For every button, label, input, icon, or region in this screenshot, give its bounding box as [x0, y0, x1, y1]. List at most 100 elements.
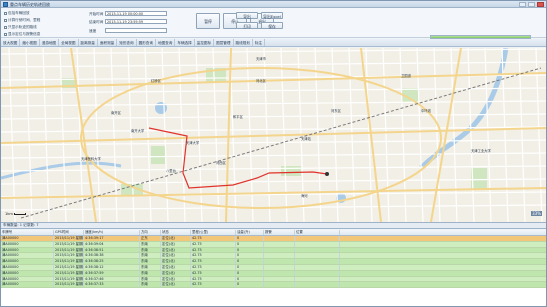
map-label: 天津大学: [186, 141, 200, 145]
checkbox-box[interactable]: [4, 33, 7, 36]
table-cell: 0: [236, 247, 264, 253]
table-cell: [264, 259, 295, 264]
toolbar-tab[interactable]: 放大视图: [1, 39, 21, 46]
table-cell: 定位(北): [161, 270, 191, 276]
map-label: 河北区: [256, 79, 266, 83]
table-cell: 东南: [140, 264, 161, 270]
toolbar-tab[interactable]: 车辆选择: [175, 39, 195, 46]
table-cell: [295, 247, 340, 253]
map-label: 和平区: [233, 115, 243, 119]
table-cell: 4:36:37:33: [84, 282, 140, 288]
table-cell: 定位(北): [161, 241, 191, 247]
toolbar-tab[interactable]: 地图查询: [156, 39, 176, 46]
table-row[interactable]: 津A00000 2015/11/19 星期四 4:36:37:33 东南 定位(北) 42…: [1, 282, 546, 289]
column-header[interactable]: 油量(升): [236, 230, 264, 235]
save-button[interactable]: 保存: [261, 22, 283, 29]
table-cell: 2015/11/19 星期四: [55, 270, 84, 276]
table-cell: 42.75: [191, 270, 236, 276]
history-table: 车牌号 GPS时间 速度(km/h) 方向 状态 里程(公里) 油量(升) 报警 位置 津A00…: [1, 230, 546, 306]
table-cell: [295, 264, 340, 270]
table-cell: 定位(北): [161, 247, 191, 253]
print-button[interactable]: 打印: [236, 22, 258, 29]
table-cell: 津A00000: [1, 259, 54, 264]
table-cell: 4:36:38:12: [84, 264, 140, 270]
checkbox-box[interactable]: [4, 19, 7, 22]
option-checkbox[interactable]: 包括车辆回放: [4, 11, 30, 16]
table-cell: [264, 264, 295, 270]
table-cell: [264, 241, 295, 247]
table-cell: 0: [236, 276, 264, 282]
table-cell: 42.75: [191, 247, 236, 253]
toolbar-tab[interactable]: 矩形查询: [117, 39, 137, 46]
column-header[interactable]: 车牌号: [1, 230, 54, 235]
toolbar-tab[interactable]: 监控图标: [195, 39, 215, 46]
end-time-field[interactable]: 2015-11-19 23:59:59: [105, 19, 167, 24]
table-cell: 津A00000: [1, 253, 54, 259]
table-cell: 4:36:37:59: [84, 270, 140, 276]
toolbar-tab[interactable]: 圆形查询: [137, 39, 156, 46]
maximize-button[interactable]: [528, 2, 535, 7]
checkbox-box[interactable]: [4, 26, 7, 29]
table-cell: 42.75: [191, 241, 236, 247]
table-cell: [264, 270, 295, 276]
toolbar-tab[interactable]: 全局视图: [59, 39, 79, 46]
column-header[interactable]: 速度(km/h): [84, 230, 140, 235]
start-time-field[interactable]: 2015-11-19 00:00:00: [105, 11, 167, 16]
map-toolbar: 放大视图 缩小视图 漫游地图 全局视图 距离测量 面积测量 矩形查询 圆形查询 地图查询 车辆选择…: [1, 39, 546, 47]
map-label: 河东区: [331, 109, 341, 113]
map-label: 八里台: [166, 169, 176, 173]
export-button[interactable]: 导出: [236, 12, 258, 19]
window-title: 重点车辆历史轨迹回放: [10, 2, 50, 7]
map-label: 河西区: [216, 161, 226, 165]
table-cell: 0: [236, 270, 264, 276]
column-header[interactable]: GPS时间: [54, 230, 84, 235]
option-checkbox[interactable]: 显示定位与报警信息: [4, 32, 40, 37]
toolbar-tab[interactable]: 漫游地图: [40, 39, 60, 46]
column-header[interactable]: 位置: [295, 230, 340, 235]
table-cell: [295, 276, 340, 282]
table-cell: 东南: [140, 247, 161, 253]
toolbar-tab[interactable]: 面积测量: [98, 39, 118, 46]
column-header[interactable]: 方向: [140, 230, 161, 235]
table-cell: 4:36:37:46: [84, 276, 140, 282]
toolbar-tab[interactable]: 图层管理: [214, 39, 234, 46]
export-excel-button[interactable]: 导出Excel: [261, 12, 283, 19]
status-bar: 车辆数量: 1 记录数: 7: [1, 222, 546, 229]
table-cell: 2015/11/19 星期四: [55, 276, 84, 282]
toolbar-tab[interactable]: 缩小视图: [20, 39, 40, 46]
option-checkbox[interactable]: 计算行驶时间、里程: [4, 18, 40, 23]
app-window: 重点车辆历史轨迹回放 包括车辆回放 计算行驶时间、里程 只显示轨迹的路线 显示定…: [0, 0, 547, 307]
table-cell: 42.75: [191, 236, 236, 241]
table-cell: 4:36:38:25: [84, 259, 140, 264]
speed-slider[interactable]: [105, 28, 167, 33]
table-cell: 42.75: [191, 253, 236, 259]
table-cell: 2015/11/19 星期四: [55, 259, 84, 264]
table-cell: 0: [236, 264, 264, 270]
table-cell: 东南: [140, 253, 161, 259]
column-header[interactable]: 状态: [161, 230, 191, 235]
close-button[interactable]: [537, 2, 544, 7]
toolbar-tab[interactable]: 标注: [253, 39, 266, 46]
table-cell: 2015/11/19 星期四: [55, 247, 84, 253]
column-header[interactable]: 里程(公里): [191, 230, 236, 235]
toolbar-tab[interactable]: 路线规划: [234, 39, 253, 46]
minimize-button[interactable]: [519, 2, 526, 7]
table-cell: 定位(北): [161, 282, 191, 288]
start-time-label: 开始时间: [89, 12, 104, 16]
table-cell: 定位(北): [161, 276, 191, 282]
pause-button[interactable]: 暂停: [196, 13, 220, 29]
map-label: 天津工业大学: [471, 149, 491, 153]
toolbar-tab[interactable]: 距离测量: [79, 39, 98, 46]
table-cell: 2015/11/19 星期四: [55, 253, 84, 259]
table-cell: [295, 259, 340, 264]
table-cell: 津A00000: [1, 264, 54, 270]
table-cell: [264, 247, 295, 253]
map-view[interactable]: 天津市 南开区 和平区 河西区 河东区 河北区 红桥区 天津大学 南开大学 天津站 八里台 中环线 卫国…: [1, 48, 546, 222]
map-label: 南开大学: [131, 129, 145, 133]
column-header[interactable]: 报警: [264, 230, 295, 235]
table-cell: 东南: [140, 282, 161, 288]
checkbox-box[interactable]: [4, 12, 7, 15]
option-checkbox[interactable]: 只显示轨迹的路线: [4, 25, 37, 30]
table-cell: [295, 253, 340, 259]
table-cell: 定位(北): [161, 236, 191, 241]
